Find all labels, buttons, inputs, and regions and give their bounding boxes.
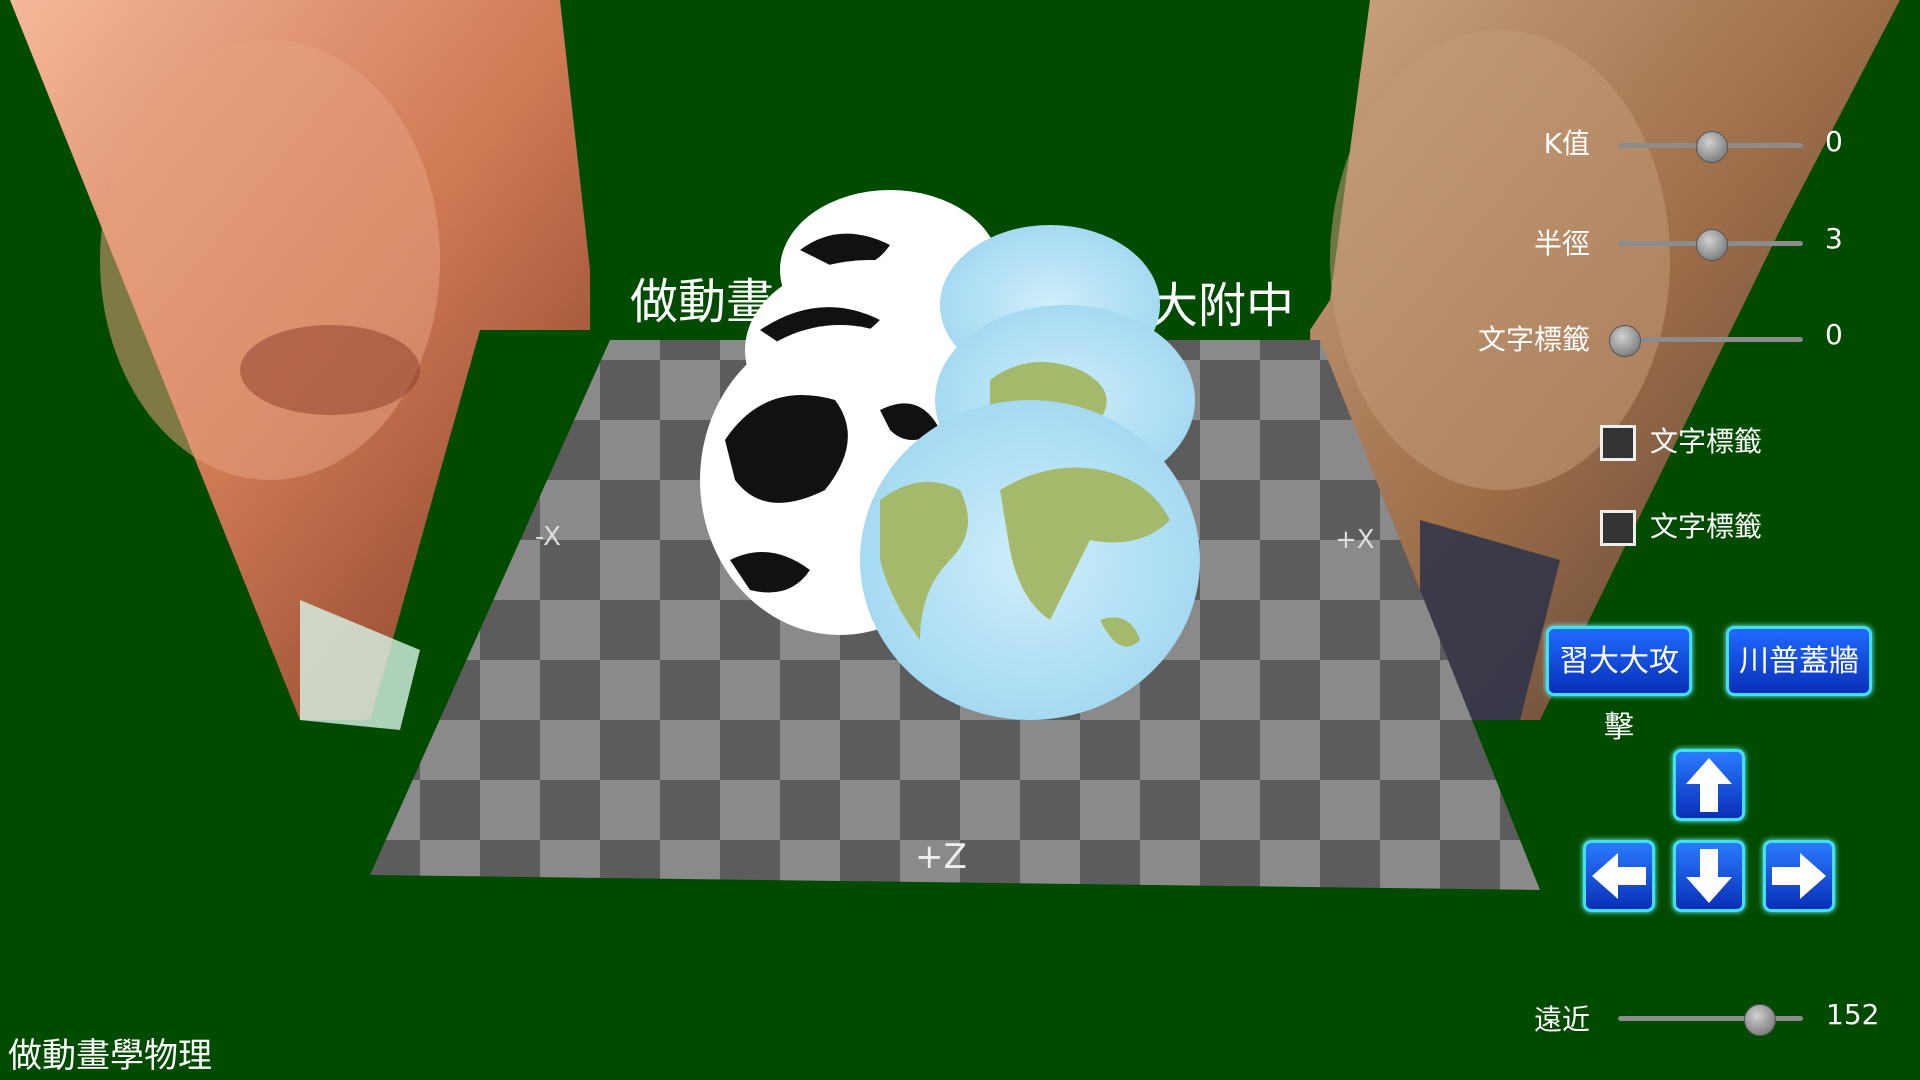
distance-slider[interactable] (1618, 1002, 1803, 1036)
radius-readout: 3 (1825, 222, 1843, 255)
left-button[interactable] (1583, 840, 1655, 912)
text-tag-label: 文字標籤 (1477, 323, 1590, 356)
slider-thumb[interactable] (1608, 325, 1641, 357)
radius-label: 半徑 (1533, 227, 1590, 260)
arrow-right-icon (1772, 853, 1826, 899)
arrow-down-icon (1686, 849, 1732, 903)
text-tag-readout: 0 (1825, 318, 1843, 351)
footer-title: 做動畫學物理 (8, 1036, 212, 1076)
banner-right-text: 大附中 (1150, 278, 1294, 334)
checkbox-1[interactable] (1600, 425, 1636, 461)
k-value-label: K值 (1543, 127, 1590, 160)
k-value-slider[interactable] (1618, 129, 1803, 163)
checkbox-2-label: 文字標籤 (1650, 510, 1763, 543)
distance-label: 遠近 (1533, 1003, 1590, 1036)
slider-thumb[interactable] (1743, 1004, 1776, 1036)
axis-pos-z-label: +Z (915, 837, 967, 877)
radius-slider[interactable] (1618, 227, 1803, 261)
axis-neg-x-label: -X (535, 522, 561, 552)
slider-thumb[interactable] (1695, 229, 1728, 261)
distance-readout: 152 (1826, 998, 1880, 1031)
checkbox-1-label: 文字標籤 (1650, 425, 1763, 458)
up-button[interactable] (1673, 749, 1745, 821)
arrow-up-icon (1686, 758, 1732, 812)
slider-thumb[interactable] (1695, 131, 1728, 163)
build-wall-button[interactable]: 川普蓋牆 (1726, 626, 1872, 696)
attack-button[interactable]: 習大大攻擊 (1546, 626, 1692, 745)
arrow-left-icon (1592, 853, 1646, 899)
axis-pos-x-label: +X (1335, 525, 1375, 555)
checkbox-2[interactable] (1600, 510, 1636, 546)
down-button[interactable] (1673, 840, 1745, 912)
right-button[interactable] (1763, 840, 1835, 912)
k-value-readout: 0 (1825, 125, 1843, 158)
text-tag-slider[interactable] (1608, 323, 1803, 357)
